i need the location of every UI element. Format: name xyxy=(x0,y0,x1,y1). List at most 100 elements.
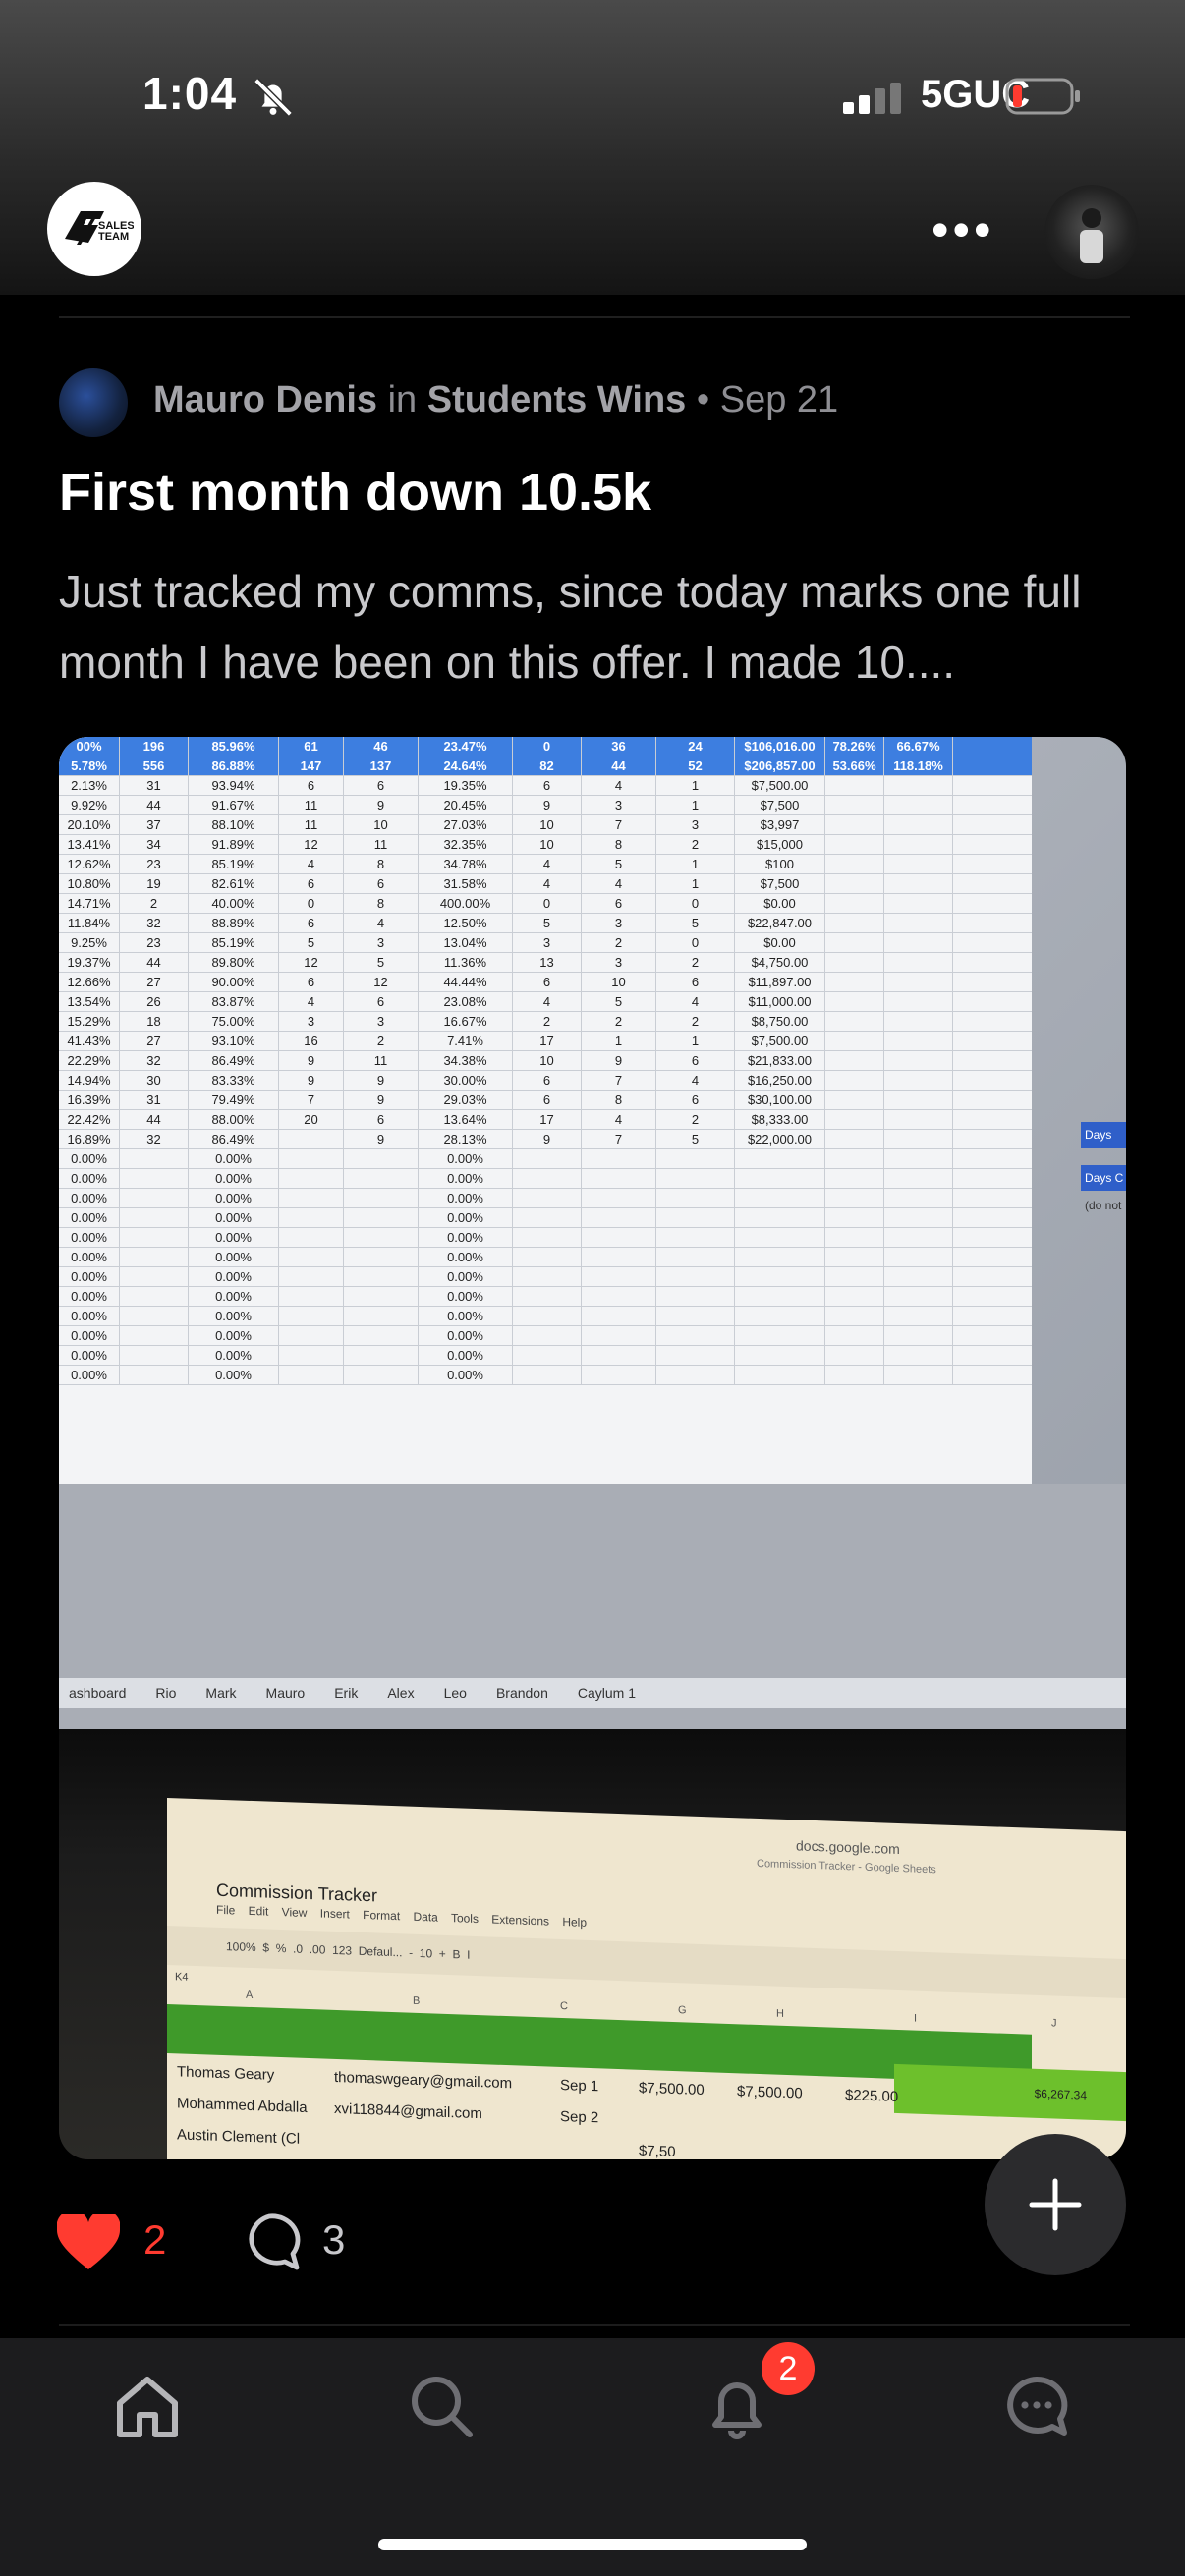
sheet-cell: 20 xyxy=(279,1110,344,1129)
sheet-cell: 0.00% xyxy=(59,1189,120,1207)
sheet-cell: 6 xyxy=(344,776,419,795)
status-time: 1:04 xyxy=(142,68,238,119)
sheet-cell xyxy=(513,1169,582,1188)
sheet-cell xyxy=(582,1326,656,1345)
sheet-cell: 17 xyxy=(513,1110,582,1129)
sheet-cell: 0 xyxy=(656,894,735,913)
sheet-row: 0.00% 0.00% 0.00% xyxy=(59,1307,1032,1326)
community-logo[interactable]: SALES TEAM xyxy=(47,182,141,276)
sheet-cell xyxy=(344,1307,419,1325)
user-avatar[interactable] xyxy=(1044,185,1139,279)
sheet-cell: $8,333.00 xyxy=(735,1110,825,1129)
sheet-row: 12.66% 27 90.00% 6 12 44.44% 6 10 6 $11,897.00 xyxy=(59,973,1032,992)
post-image[interactable]: 00% 196 85.96% 61 46 23.47% 0 36 24 $106,016.00 78… xyxy=(59,737,1126,2159)
sheet-cell xyxy=(279,1169,344,1188)
sheet-cell xyxy=(735,1307,825,1325)
sheet-row: 0.00% 0.00% 0.00% xyxy=(59,1149,1032,1169)
sheet-cell: 400.00% xyxy=(419,894,513,913)
sheet-cell: 20.10% xyxy=(59,815,120,834)
sheet-cell: 83.87% xyxy=(189,992,279,1011)
sheet-cell: 27 xyxy=(120,973,189,991)
sheet-cell xyxy=(884,914,953,932)
sheet-cell: 23.08% xyxy=(419,992,513,1011)
search-icon[interactable] xyxy=(403,2368,481,2446)
sheet-cell: $7,500.00 xyxy=(735,776,825,795)
browser-url: docs.google.com xyxy=(796,1837,900,1858)
more-options-button[interactable]: ••• xyxy=(931,205,995,254)
sheet-cell xyxy=(513,1208,582,1227)
sheet-cell: $11,897.00 xyxy=(735,973,825,991)
sheet-cell xyxy=(279,1346,344,1365)
sheet-row: 15.29% 18 75.00% 3 3 16.67% 2 2 2 $8,750.00 xyxy=(59,1012,1032,1032)
sheet-row: 13.41% 34 91.89% 12 11 32.35% 10 8 2 $15,000 xyxy=(59,835,1032,855)
community-name[interactable]: Students Wins xyxy=(427,379,687,420)
sheet-cell xyxy=(120,1346,189,1365)
sheet-cell: 82.61% xyxy=(189,874,279,893)
sheet-cell: 85.19% xyxy=(189,933,279,952)
sheet-cell: 34.78% xyxy=(419,855,513,873)
sheet-cell: 79.49% xyxy=(189,1091,279,1109)
laptop-cell: thomaswgeary@gmail.com xyxy=(334,2068,513,2093)
messages-icon[interactable] xyxy=(997,2368,1076,2446)
sheet-cell: $7,500 xyxy=(735,796,825,814)
sheet-cell: 3 xyxy=(582,796,656,814)
comment-icon[interactable] xyxy=(238,2211,301,2273)
sheet-cell: 28.13% xyxy=(419,1130,513,1148)
laptop-cell: $7,50 xyxy=(639,2142,676,2159)
heart-icon[interactable] xyxy=(57,2214,120,2271)
sheet-cell xyxy=(582,1287,656,1306)
sheet-cell: 85.19% xyxy=(189,855,279,873)
author-name[interactable]: Mauro Denis xyxy=(153,379,377,420)
sheet-cell: 2 xyxy=(656,1110,735,1129)
sheet-cell xyxy=(884,1189,953,1207)
sheet-cell: 53.66% xyxy=(825,756,884,775)
sheet-row: 0.00% 0.00% 0.00% xyxy=(59,1189,1032,1208)
sheet-row: 14.94% 30 83.33% 9 9 30.00% 6 7 4 $16,250.00 xyxy=(59,1071,1032,1091)
sheet-cell xyxy=(656,1346,735,1365)
sheet-cell: 41.43% xyxy=(59,1032,120,1050)
sheet-cell: 7.41% xyxy=(419,1032,513,1050)
sheet-cell: 0.00% xyxy=(419,1169,513,1188)
sheet-cell: 0.00% xyxy=(189,1346,279,1365)
sheet-cell: 12 xyxy=(279,953,344,972)
sheet-cell xyxy=(884,973,953,991)
sheet-row: 0.00% 0.00% 0.00% xyxy=(59,1326,1032,1346)
sheet-cell: $11,000.00 xyxy=(735,992,825,1011)
sheet-cell: 6 xyxy=(279,776,344,795)
sheet-cell xyxy=(825,1149,884,1168)
sheet-cell: 12 xyxy=(279,835,344,854)
post-body[interactable]: Just tracked my comms, since today marks… xyxy=(59,556,1140,698)
sheet-cell xyxy=(884,855,953,873)
sheet-cell: 83.33% xyxy=(189,1071,279,1090)
sheet-row: 16.89% 32 86.49% 9 28.13% 9 7 5 $22,000.00 xyxy=(59,1130,1032,1149)
home-icon[interactable] xyxy=(108,2368,187,2446)
post-title[interactable]: First month down 10.5k xyxy=(59,462,651,523)
sheet-cell: 0.00% xyxy=(59,1307,120,1325)
person-icon xyxy=(1080,208,1103,263)
sheet-cell xyxy=(884,1267,953,1286)
create-post-button[interactable] xyxy=(985,2134,1126,2275)
laptop-photo: docs.google.com Commission Tracker - Goo… xyxy=(59,1729,1126,2159)
sheet-cell xyxy=(825,992,884,1011)
sheet-cell xyxy=(120,1287,189,1306)
sheet-cell: 10 xyxy=(582,973,656,991)
sheet-cell: 7 xyxy=(582,815,656,834)
sheet-cell: 18 xyxy=(120,1012,189,1031)
sheet-cell: 40.00% xyxy=(189,894,279,913)
column-header: B xyxy=(413,1994,421,2007)
sheet-cell xyxy=(582,1267,656,1286)
sheet-row: 0.00% 0.00% 0.00% xyxy=(59,1346,1032,1366)
sheet-cell xyxy=(582,1248,656,1266)
sheet-cell: 0.00% xyxy=(59,1248,120,1266)
sheet-cell xyxy=(825,776,884,795)
sheet-cell: 4 xyxy=(582,1110,656,1129)
post-date: Sep 21 xyxy=(719,379,839,420)
sheet-cell: 0.00% xyxy=(189,1366,279,1384)
sheet-cell: 13 xyxy=(513,953,582,972)
sheet-cell: 78.26% xyxy=(825,737,884,756)
sheet-cell: 2 xyxy=(582,933,656,952)
sheet-cell: 0.00% xyxy=(59,1228,120,1247)
sheet-cell xyxy=(582,1189,656,1207)
sheet-cell xyxy=(884,1012,953,1031)
author-avatar[interactable] xyxy=(59,368,128,437)
